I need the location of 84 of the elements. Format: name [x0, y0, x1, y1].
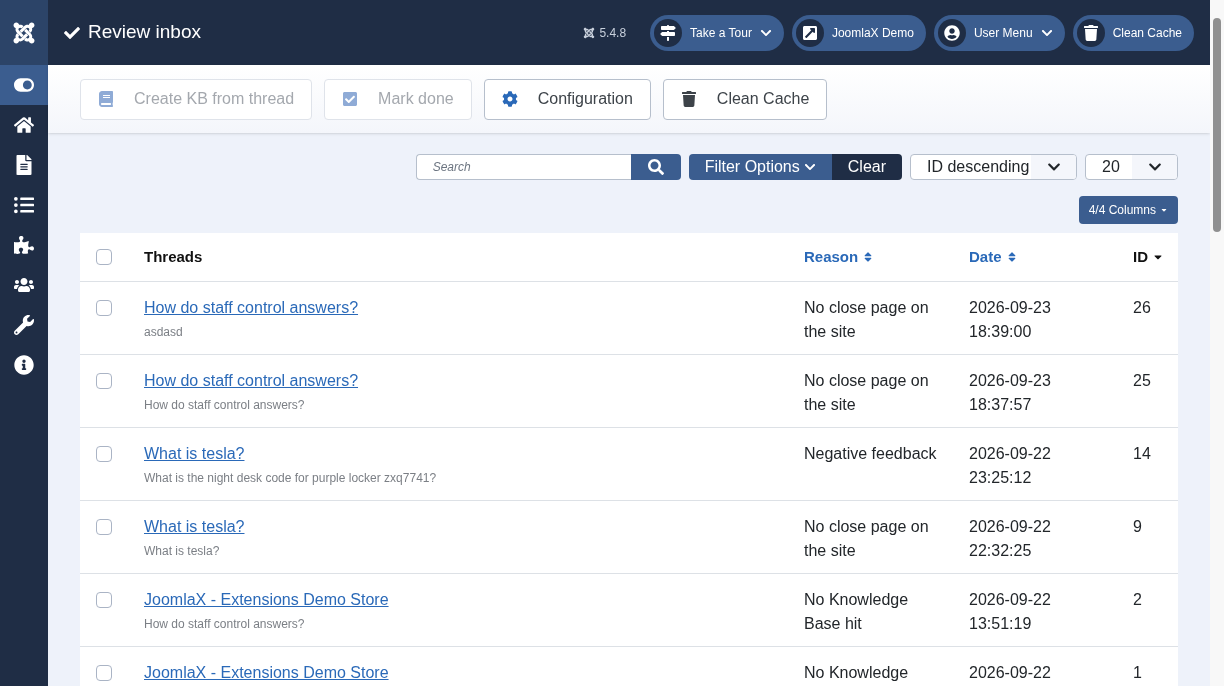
search-field[interactable]: Search — [415, 154, 631, 180]
check-icon — [64, 24, 80, 41]
filter-options-button[interactable]: Filter Options — [688, 154, 832, 180]
toolbar-button[interactable]: Clean Cache — [662, 78, 828, 120]
checkbox[interactable] — [96, 665, 112, 681]
search-icon — [647, 159, 664, 175]
wrench-icon — [14, 315, 34, 335]
toolbar-button[interactable]: Configuration — [483, 78, 651, 120]
reason-text: No close page on the site — [804, 298, 930, 342]
home-icon — [14, 115, 34, 135]
checkbox[interactable] — [96, 592, 112, 608]
column-header: Threads — [144, 246, 203, 267]
column-header[interactable]: Reason — [804, 245, 875, 269]
checkbox[interactable] — [96, 373, 112, 389]
page-title: Review inbox — [88, 20, 201, 45]
clear-button[interactable]: Clear — [831, 154, 902, 180]
time-text: 18:39:00 — [969, 322, 1032, 342]
column-header[interactable]: Date — [969, 245, 1018, 269]
settings-icon — [501, 91, 518, 107]
caret-icon — [1160, 206, 1168, 214]
id-text: 9 — [1133, 518, 1142, 535]
info-icon — [14, 355, 34, 375]
scrollbar[interactable] — [1210, 0, 1224, 686]
list-icon — [14, 195, 34, 215]
external-link-icon — [801, 24, 818, 41]
signpost-icon — [660, 24, 677, 41]
column-header[interactable]: ID — [1133, 245, 1164, 269]
thread-link[interactable]: JoomlaX - Extensions Demo Store — [144, 661, 389, 685]
toggle-icon — [14, 75, 34, 95]
checkbox[interactable] — [96, 446, 112, 462]
id-text: 25 — [1133, 372, 1151, 389]
id-text: 2 — [1133, 591, 1142, 608]
puzzle-icon — [14, 235, 34, 255]
date-text: 2026-09-22 — [969, 517, 1051, 537]
trash-icon — [1082, 24, 1099, 41]
checkbox-icon — [342, 91, 359, 107]
time-text: 22:32:25 — [969, 541, 1032, 561]
date-text: 2026-09-22 — [969, 444, 1051, 464]
thread-preview: What is the night desk code for purple locker zxq7741? — [144, 470, 437, 487]
time-text: 18:37:57 — [969, 395, 1032, 415]
chevron-icon — [803, 161, 816, 173]
logo-icon[interactable] — [12, 20, 36, 45]
reason-text: No Knowledge — [804, 663, 910, 683]
thread-preview: How do staff control answers? — [144, 397, 305, 414]
reason-text: No close page on the site — [804, 517, 930, 561]
date-text: 2026-09-22 — [969, 590, 1051, 610]
reason-text: Negative feedback — [804, 444, 938, 464]
logo-icon — [583, 26, 596, 39]
header-button[interactable]: Clean Cache — [1072, 14, 1194, 51]
thread-link[interactable]: What is tesla? — [144, 442, 245, 466]
header-button[interactable]: Take a Tour — [650, 14, 784, 51]
book-icon — [98, 91, 114, 107]
columns-button[interactable]: 4/4 Columns — [1078, 196, 1178, 224]
sidebar-item[interactable] — [0, 65, 48, 105]
trash-icon — [680, 91, 697, 107]
document-icon — [14, 155, 34, 175]
version-label: 5.4.8 — [599, 24, 627, 42]
time-text: 23:25:12 — [969, 468, 1032, 488]
limit-select[interactable]: 20 — [1085, 154, 1178, 180]
checkbox[interactable] — [96, 249, 112, 265]
id-text: 1 — [1133, 664, 1142, 681]
reason-text: No Knowledge Base hit — [804, 590, 910, 634]
search-button[interactable] — [630, 154, 681, 180]
header-button[interactable]: User Menu — [933, 14, 1065, 51]
users-icon — [14, 275, 34, 295]
thread-link[interactable]: JoomlaX - Extensions Demo Store — [144, 588, 389, 612]
thread-link[interactable]: What is tesla? — [144, 515, 245, 539]
header-button[interactable]: JoomlaX Demo — [791, 14, 926, 51]
thread-preview: asdasd — [144, 324, 183, 341]
date-text: 2026-09-22 — [969, 663, 1051, 683]
id-text: 14 — [1133, 445, 1151, 462]
time-text: 13:51:19 — [969, 614, 1032, 634]
user-icon — [943, 24, 960, 41]
thread-link[interactable]: How do staff control answers? — [144, 369, 359, 393]
date-text: 2026-09-23 — [969, 371, 1051, 391]
thread-link[interactable]: How do staff control answers? — [144, 296, 359, 320]
id-text: 26 — [1133, 299, 1151, 316]
thread-preview: How do staff control answers? — [144, 616, 305, 633]
ordering-select[interactable]: ID descending — [910, 154, 1077, 180]
date-text: 2026-09-23 — [969, 298, 1051, 318]
checkbox[interactable] — [96, 300, 112, 316]
thread-preview: What is tesla? — [144, 543, 220, 560]
checkbox[interactable] — [96, 519, 112, 535]
reason-text: No close page on the site — [804, 371, 930, 415]
